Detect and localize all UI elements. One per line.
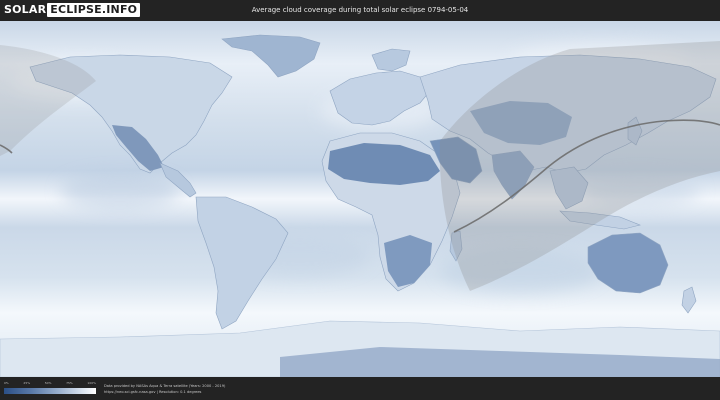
page-title: Average cloud coverage during total sola… <box>251 6 469 14</box>
cloud-coverage-map[interactable] <box>0 21 720 377</box>
legend-color-scale <box>4 388 96 394</box>
credit-line-2[interactable]: https://neo.sci.gsfc.nasa.gov | Resoluti… <box>104 389 225 395</box>
data-credit: Data provided by NASAs Aqua & Terra sate… <box>104 383 225 395</box>
header-bar: SOLAR ECLIPSE.INFO Average cloud coverag… <box>0 0 720 21</box>
page: SOLAR ECLIPSE.INFO Average cloud coverag… <box>0 0 720 400</box>
world-map-svg <box>0 21 720 377</box>
